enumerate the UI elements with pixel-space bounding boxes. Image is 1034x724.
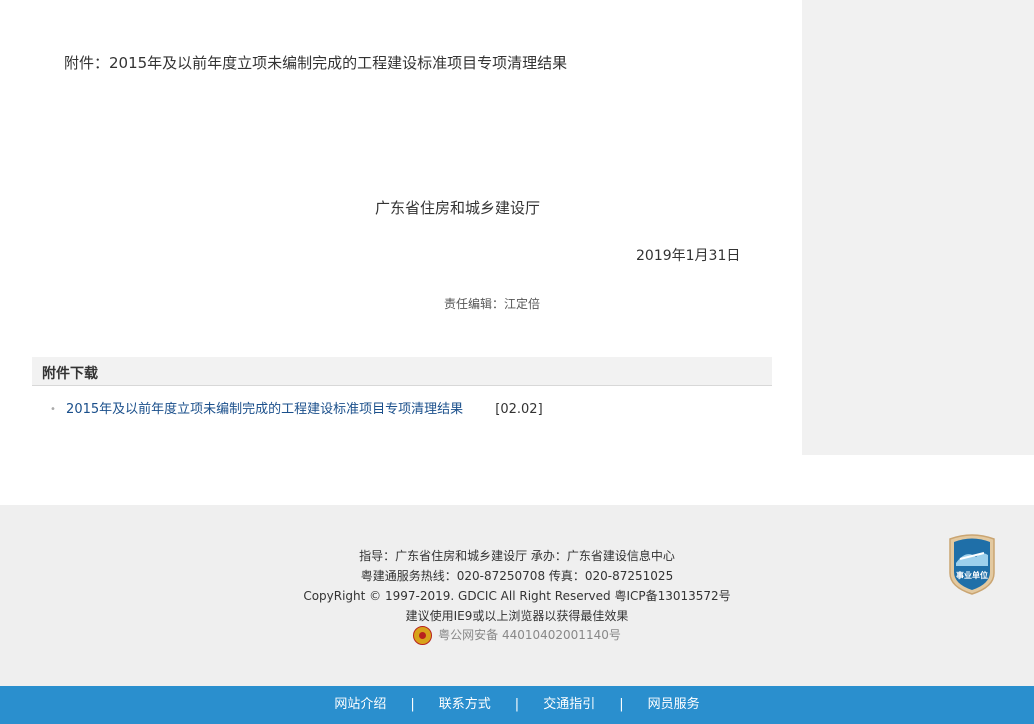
nav-directions[interactable]: 交通指引 [543, 697, 595, 712]
attachment-download-title: 附件下载 [42, 366, 98, 382]
attachment-line: 附件：2015年及以前年度立项未编制完成的工程建设标准项目专项清理结果 [64, 54, 568, 72]
nav-member-services[interactable]: 网员服务 [648, 697, 700, 712]
attachment-download-link[interactable]: 2015年及以前年度立项未编制完成的工程建设标准项目专项清理结果 [66, 402, 463, 417]
footer-guide-line: 指导：广东省住房和城乡建设厅 承办：广东省建设信息中心 [359, 549, 675, 563]
nav-contact[interactable]: 联系方式 [439, 697, 491, 712]
attachment-file-size: [02.02] [495, 402, 543, 417]
nav-about-site[interactable]: 网站介绍 [334, 697, 386, 712]
issuing-department: 广东省住房和城乡建设厅 [374, 199, 540, 217]
gongan-link[interactable]: 粤公网安备 44010402001140号 [438, 628, 621, 642]
footer-gongan: 粤公网安备 44010402001140号 [0, 626, 1034, 645]
site-footer: 指导：广东省住房和城乡建设厅 承办：广东省建设信息中心 粤建通服务热线：020-… [0, 505, 1034, 686]
nav-separator: | [514, 697, 520, 712]
attachment-download-section: 附件下载 • 2015年及以前年度立项未编制完成的工程建设标准项目专项清理结果 … [32, 357, 772, 417]
attachment-download-header: 附件下载 [32, 357, 772, 386]
attachment-item: • 2015年及以前年度立项未编制完成的工程建设标准项目专项清理结果 [02.0… [50, 398, 543, 417]
nav-separator: | [619, 697, 624, 712]
police-badge-icon [413, 626, 433, 645]
footer-hotline-line: 粤建通服务热线：020-87250708 传真：020-87251025 [360, 569, 674, 583]
public-institution-badge-icon[interactable]: 事业单位 [946, 533, 998, 595]
footer-browser-tip: 建议使用IE9或以上浏览器以获得最佳效果 [405, 609, 629, 623]
bullet-icon: • [50, 404, 56, 415]
publish-date: 2019年1月31日 [636, 248, 741, 264]
nav-separator: | [410, 697, 415, 712]
bottom-navigation: 网站介绍 | 联系方式 | 交通指引 | 网员服务 [0, 686, 1034, 724]
responsible-editor: 责任编辑：江定倍 [443, 297, 540, 311]
article-content: 附件：2015年及以前年度立项未编制完成的工程建设标准项目专项清理结果 广东省住… [0, 0, 802, 480]
footer-copyright-line: CopyRight © 1997-2019. GDCIC All Right R… [303, 589, 731, 603]
svg-text:事业单位: 事业单位 [956, 570, 988, 580]
sidebar-panel [802, 0, 1034, 455]
